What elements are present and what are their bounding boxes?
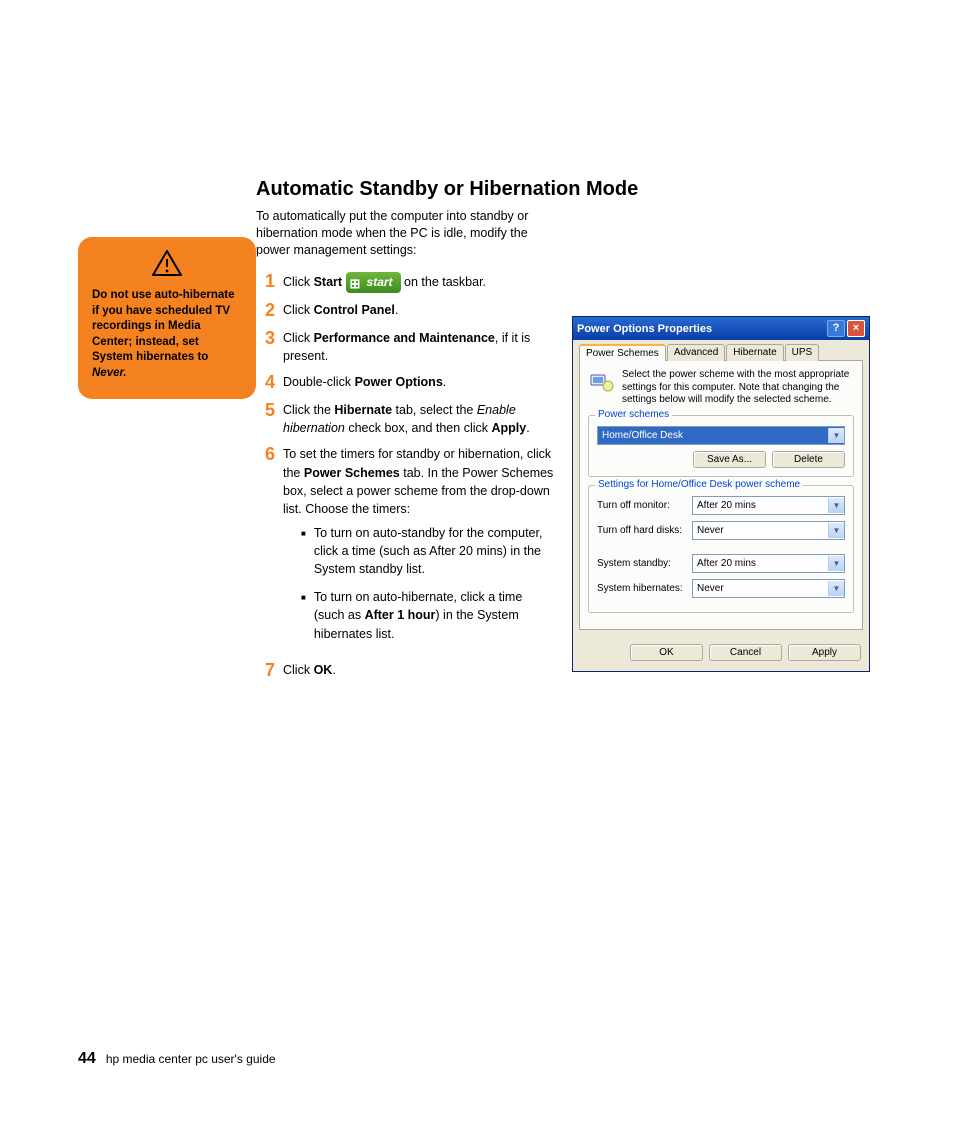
step-7: 7 Click OK. — [265, 661, 555, 681]
chevron-down-icon: ▼ — [828, 428, 844, 443]
chevron-down-icon: ▼ — [828, 523, 844, 538]
chevron-down-icon: ▼ — [828, 581, 844, 596]
save-as-button[interactable]: Save As... — [693, 451, 766, 468]
power-scheme-icon — [588, 369, 614, 395]
setting-hibernates: System hibernates: Never▼ — [597, 579, 845, 598]
dialog-titlebar[interactable]: Power Options Properties ? × — [573, 317, 869, 340]
page-footer: 44 hp media center pc user's guide — [78, 1050, 276, 1068]
intro-paragraph: To automatically put the computer into s… — [256, 208, 546, 259]
start-button-graphic: start — [346, 272, 401, 293]
step-1: 1 Click Start start on the taskbar. — [265, 272, 555, 293]
setting-monitor: Turn off monitor: After 20 mins▼ — [597, 496, 845, 515]
step-6: 6 To set the timers for standby or hiber… — [265, 445, 555, 652]
dialog-tabs: Power Schemes Advanced Hibernate UPS — [579, 344, 863, 361]
chevron-down-icon: ▼ — [828, 556, 844, 571]
chevron-down-icon: ▼ — [828, 498, 844, 513]
harddisks-dropdown[interactable]: Never▼ — [692, 521, 845, 540]
ok-button[interactable]: OK — [630, 644, 703, 661]
tab-power-schemes[interactable]: Power Schemes — [579, 344, 666, 361]
monitor-dropdown[interactable]: After 20 mins▼ — [692, 496, 845, 515]
apply-button[interactable]: Apply — [788, 644, 861, 661]
substep-hibernate: ■To turn on auto-hibernate, click a time… — [301, 588, 555, 642]
warning-prefix: Do not use auto-hibernate if you have sc… — [92, 289, 234, 363]
help-button[interactable]: ? — [827, 320, 845, 337]
warning-text: Do not use auto-hibernate if you have sc… — [92, 288, 242, 381]
power-options-dialog: Power Options Properties ? × Power Schem… — [572, 316, 870, 672]
setting-hard-disks: Turn off hard disks: Never▼ — [597, 521, 845, 540]
tab-panel: Select the power scheme with the most ap… — [579, 360, 863, 630]
close-button[interactable]: × — [847, 320, 865, 337]
setting-standby: System standby: After 20 mins▼ — [597, 554, 845, 573]
footer-title: hp media center pc user's guide — [106, 1052, 276, 1066]
dialog-title: Power Options Properties — [577, 323, 825, 335]
windows-logo-icon — [350, 276, 364, 290]
substep-standby: ■To turn on auto-standby for the compute… — [301, 524, 555, 578]
dialog-description: Select the power scheme with the most ap… — [622, 369, 854, 407]
power-schemes-group: Power schemes Home/Office Desk ▼ Save As… — [588, 415, 854, 477]
step-3: 3 Click Performance and Maintenance, if … — [265, 329, 555, 365]
warning-callout: Do not use auto-hibernate if you have sc… — [78, 237, 256, 399]
step-4: 4 Double-click Power Options. — [265, 373, 555, 393]
standby-dropdown[interactable]: After 20 mins▼ — [692, 554, 845, 573]
section-heading: Automatic Standby or Hibernation Mode — [256, 178, 638, 201]
tab-advanced[interactable]: Advanced — [667, 344, 725, 361]
page-number: 44 — [78, 1050, 96, 1067]
tab-hibernate[interactable]: Hibernate — [726, 344, 783, 361]
cancel-button[interactable]: Cancel — [709, 644, 782, 661]
warning-icon — [92, 249, 242, 282]
scheme-settings-group: Settings for Home/Office Desk power sche… — [588, 485, 854, 613]
warning-never: Never. — [92, 367, 127, 379]
step-2: 2 Click Control Panel. — [265, 301, 555, 321]
scheme-dropdown[interactable]: Home/Office Desk ▼ — [597, 426, 845, 445]
delete-button[interactable]: Delete — [772, 451, 845, 468]
steps-list: 1 Click Start start on the taskbar. 2 Cl… — [265, 272, 555, 689]
step-5: 5 Click the Hibernate tab, select the En… — [265, 401, 555, 437]
hibernates-dropdown[interactable]: Never▼ — [692, 579, 845, 598]
tab-ups[interactable]: UPS — [785, 344, 820, 361]
